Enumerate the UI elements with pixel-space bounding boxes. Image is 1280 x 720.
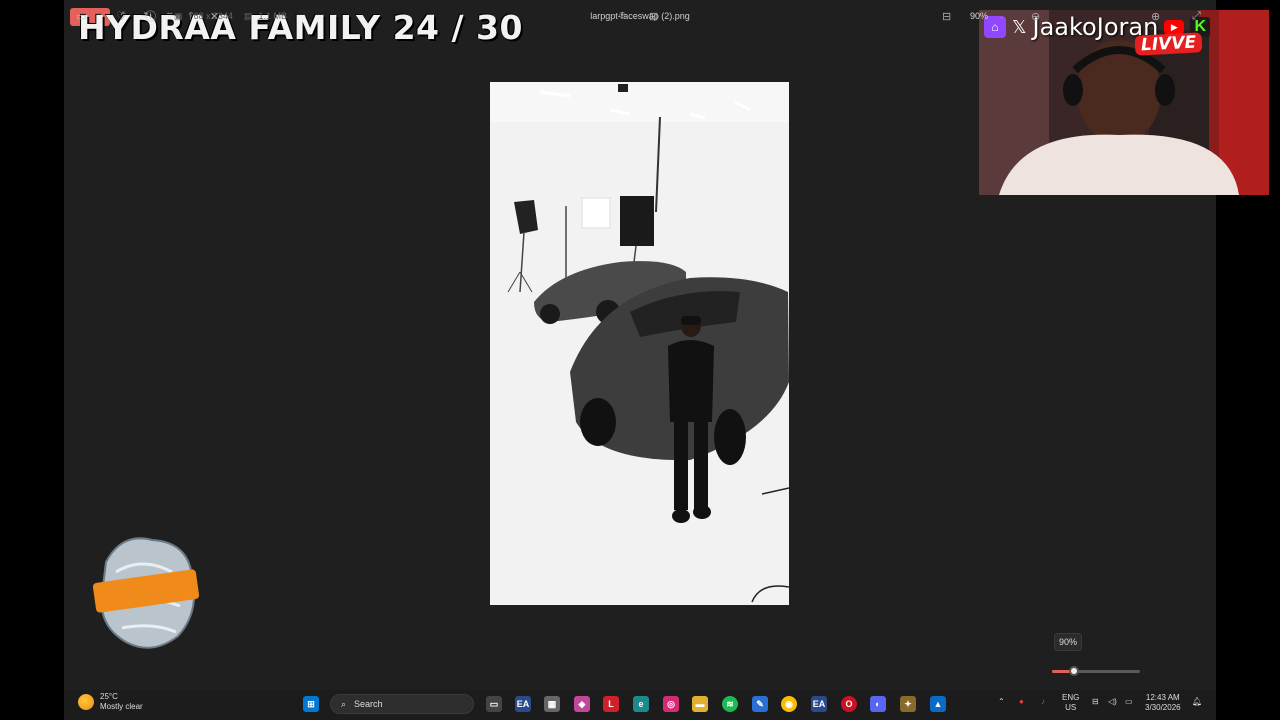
game-app-icon[interactable]: ✦ [900,696,916,712]
tray-app-icon[interactable]: ● [1019,697,1024,707]
stream-social-bar: ⌂ 𝕏 JaakoJoran ▶ K [984,12,1264,42]
task-view-icon[interactable]: ▭ [486,696,502,712]
network-icon[interactable]: ⊟ [1092,697,1099,707]
language-bottom: US [1065,703,1077,712]
mic-icon[interactable]: ♪ [1041,697,1045,707]
ea-app-icon-2[interactable]: EA [811,696,827,712]
weather-desc: Mostly clear [100,702,143,711]
x-logo-icon: 𝕏 [1012,16,1027,38]
notification-bell-icon[interactable]: 🔔︎ [1192,697,1202,707]
favorite-icon[interactable]: ♡ [116,0,127,32]
youtube-icon: ▶ [1164,19,1185,35]
search-icon: ⌕ [341,698,347,709]
displayed-photo [490,82,789,605]
clock-date: 3/30/2026 [1145,703,1181,712]
file-explorer-icon[interactable]: ▬ [692,696,708,712]
zoom-tooltip: 90% [1054,633,1082,651]
window-file-title: larpgpt-faceswap (2).png [590,11,690,21]
weather-icon [78,694,94,710]
file-size-icon: ▤ [244,10,253,21]
start-icon[interactable]: ⊞ [303,696,319,712]
weather-temp: 25°C [100,692,118,701]
clock-time: 12:43 AM [1145,693,1180,702]
pen-app-icon[interactable]: ✎ [752,696,768,712]
clock[interactable]: 12:43 AM 3/30/2026 [1145,693,1181,713]
edge-icon[interactable]: e [633,696,649,712]
instagram-icon[interactable]: ◎ [663,696,679,712]
image-dimensions: ▣ 768 x 1344 [174,0,233,32]
filmstrip-icon[interactable]: ▭ [76,0,86,32]
copilot-icon[interactable]: ◆ [574,696,590,712]
taskbar-search[interactable]: ⌕ Search [330,694,474,714]
live-badge: LIVVE [1134,32,1203,56]
ea-app-icon[interactable]: EA [515,696,531,712]
zoom-in-icon[interactable]: ⊕ [1151,0,1160,32]
fullscreen-icon[interactable]: ⤢ [1192,0,1201,32]
dimensions-text: 768 x 1344 [188,11,234,21]
chevron-down-icon: ⌄ [998,10,1006,21]
battery-icon[interactable]: ▭ [1125,697,1133,707]
zoom-slider[interactable] [1052,666,1140,676]
weather-widget[interactable]: 25°C Mostly clear [78,692,143,712]
zoom-select[interactable]: 90% ⌄ [970,0,1006,32]
store-icon[interactable]: ▦ [544,696,560,712]
zoom-value: 90% [970,11,989,21]
file-size: ▤ 1.1 MB [244,0,287,32]
language-top: ENG [1062,693,1080,702]
fit-to-window-icon[interactable]: ⊟ [942,0,951,32]
chrome-icon[interactable]: ◉ [781,696,797,712]
photos-app-icon[interactable]: ▲ [930,696,946,712]
spotify-icon[interactable]: ≋ [722,696,738,712]
language-indicator[interactable]: ENG US [1062,693,1079,713]
volume-icon[interactable]: ◁) [1108,697,1117,707]
info-icon[interactable]: ⓘ [145,0,156,32]
zoom-slider-thumb[interactable] [1069,666,1079,676]
file-size-text: 1.1 MB [258,11,288,21]
dimensions-icon: ▣ [174,10,183,21]
tray-overflow-icon[interactable]: ⌃ [998,697,1005,707]
discord-icon[interactable]: ◐ [870,696,886,712]
visual-search-icon[interactable]: ⊡ [649,0,658,32]
zoom-out-icon[interactable]: ⊖ [1031,0,1040,32]
hydra-logo [92,532,200,652]
l-app-icon[interactable]: L [603,696,619,712]
search-label: Search [354,699,383,709]
scan-icon[interactable]: ⌾ [619,0,626,32]
opera-icon[interactable]: O [841,696,857,712]
